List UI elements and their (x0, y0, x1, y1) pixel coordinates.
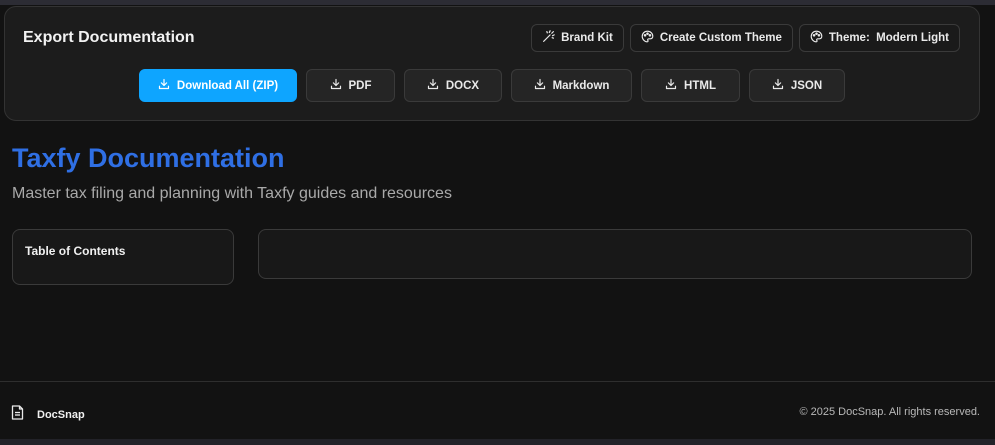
create-custom-theme-button[interactable]: Create Custom Theme (629, 24, 793, 52)
download-html-button[interactable]: HTML (641, 69, 740, 102)
create-custom-theme-label: Create Custom Theme (659, 32, 782, 44)
footer-brand-name: DocSnap (37, 409, 85, 421)
download-icon (158, 78, 170, 93)
export-panel: Export Documentation Brand Kit Create Cu… (4, 6, 980, 121)
download-all-zip-label: Download All (ZIP) (176, 79, 279, 92)
download-pdf-button[interactable]: PDF (306, 69, 395, 102)
download-json-button[interactable]: JSON (749, 69, 845, 102)
download-markdown-button[interactable]: Markdown (511, 69, 632, 102)
download-docx-label: DOCX (445, 79, 480, 92)
wand-icon (542, 30, 555, 46)
table-of-contents-heading: Table of Contents (25, 244, 126, 258)
download-button-row: Download All (ZIP) PDF DOCX Markdown HTM… (139, 69, 845, 102)
download-html-label: HTML (684, 79, 716, 92)
document-icon (11, 405, 24, 425)
footer-brand[interactable]: DocSnap (11, 405, 85, 425)
theme-button-group: Brand Kit Create Custom Theme Theme: Mod… (531, 24, 960, 52)
download-all-zip-button[interactable]: Download All (ZIP) (139, 69, 297, 102)
theme-select-button[interactable]: Theme: Modern Light (798, 24, 960, 52)
download-icon (330, 78, 342, 93)
download-icon (427, 78, 439, 93)
palette-icon (641, 30, 654, 46)
download-markdown-label: Markdown (552, 79, 610, 92)
brand-kit-button[interactable]: Brand Kit (531, 24, 624, 52)
download-icon (665, 78, 677, 93)
theme-select-label: Theme: Modern Light (828, 32, 949, 44)
palette-icon (810, 30, 823, 46)
page-title: Taxfy Documentation (12, 143, 285, 173)
download-docx-button[interactable]: DOCX (404, 69, 502, 102)
export-title: Export Documentation (23, 29, 195, 46)
footer: DocSnap © 2025 DocSnap. All rights reser… (0, 381, 995, 439)
table-of-contents-card: Table of Contents (12, 229, 234, 285)
brand-kit-label: Brand Kit (561, 32, 613, 44)
download-icon (772, 78, 784, 93)
footer-copyright: © 2025 DocSnap. All rights reserved. (799, 406, 980, 418)
content-card (258, 229, 972, 279)
download-json-label: JSON (790, 79, 823, 92)
download-icon (534, 78, 546, 93)
browser-bottom-strip (0, 439, 995, 445)
browser-top-strip (0, 0, 995, 5)
page-subtitle: Master tax filing and planning with Taxf… (12, 185, 452, 202)
download-pdf-label: PDF (348, 79, 372, 92)
